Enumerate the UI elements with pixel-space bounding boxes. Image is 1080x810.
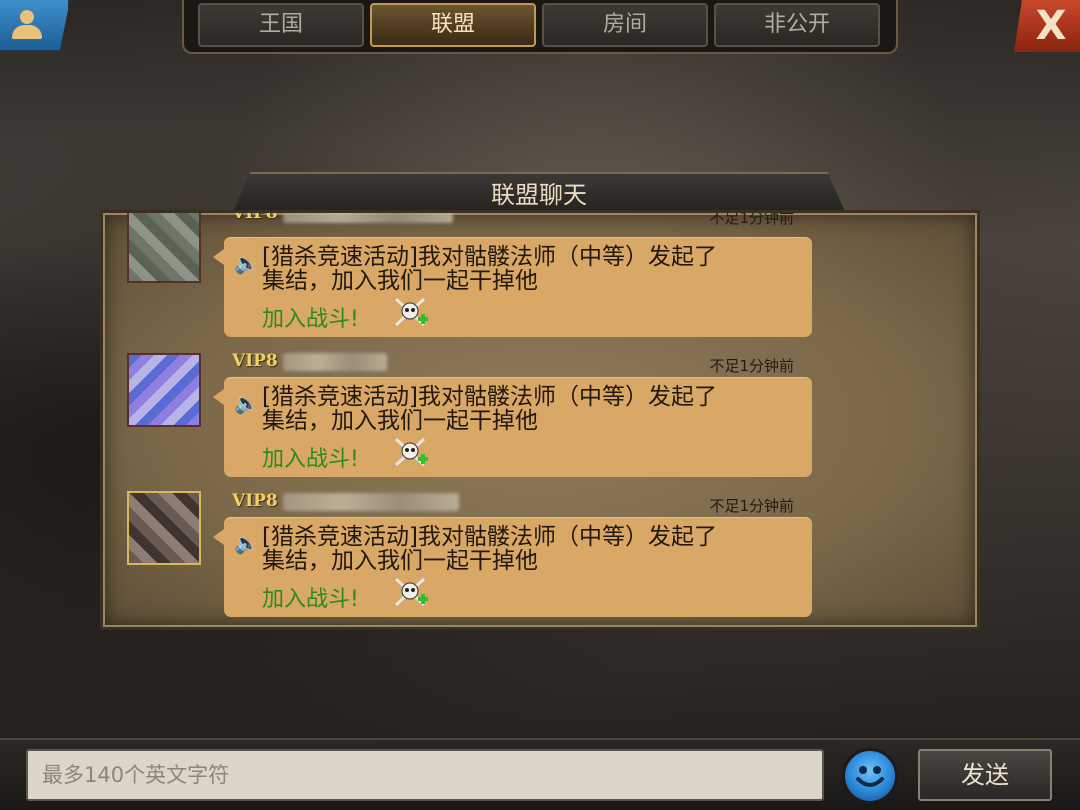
chat-channel-tabs: 王国 联盟 房间 非公开 [182, 0, 898, 54]
join-battle-link[interactable]: 加入战斗! [262, 441, 359, 473]
join-battle-link[interactable]: 加入战斗! [262, 301, 359, 333]
message-time: 不足1分钟前 [709, 497, 794, 515]
speaker-icon: 🔈 [234, 531, 259, 555]
chat-message: VIP8 不足1分钟前 🔈 [猎杀竞速活动]我对骷髅法师（中等）发起了 集结，加… [103, 210, 977, 341]
emoji-button[interactable] [842, 748, 898, 804]
vip-badge: VIP8 [232, 210, 278, 223]
skull-crossed-swords-icon[interactable] [394, 297, 430, 331]
chat-message: VIP8 不足1分钟前 🔈 [猎杀竞速活动]我对骷髅法师（中等）发起了 集结，加… [103, 341, 977, 481]
avatar[interactable] [127, 213, 201, 283]
send-button[interactable]: 发送 [918, 749, 1052, 801]
message-bubble: 🔈 [猎杀竞速活动]我对骷髅法师（中等）发起了 集结，加入我们一起干掉他 加入战… [213, 377, 812, 477]
avatar[interactable] [127, 353, 201, 427]
avatar[interactable] [127, 491, 201, 565]
message-bubble: 🔈 [猎杀竞速活动]我对骷髅法师（中等）发起了 集结，加入我们一起干掉他 加入战… [213, 517, 812, 617]
smiley-icon [856, 766, 884, 787]
skull-crossed-swords-icon[interactable] [394, 577, 430, 611]
panel-title: 联盟聊天 [232, 172, 846, 214]
message-time: 不足1分钟前 [709, 357, 794, 375]
chat-message-input[interactable] [26, 749, 824, 801]
join-battle-link[interactable]: 加入战斗! [262, 581, 359, 613]
profile-avatar-button[interactable] [0, 0, 70, 52]
tab-kingdom[interactable]: 王国 [198, 3, 364, 47]
player-name[interactable] [283, 493, 459, 511]
tab-private[interactable]: 非公开 [714, 3, 880, 47]
message-text: [猎杀竞速活动]我对骷髅法师（中等）发起了 集结，加入我们一起干掉他 [262, 244, 717, 294]
speaker-icon: 🔈 [234, 251, 259, 275]
chat-message-list[interactable]: VIP8 不足1分钟前 🔈 [猎杀竞速活动]我对骷髅法师（中等）发起了 集结，加… [100, 210, 980, 630]
close-icon: X [1035, 3, 1067, 49]
player-name[interactable] [283, 213, 453, 223]
speaker-icon: 🔈 [234, 391, 259, 415]
message-bubble: 🔈 [猎杀竞速活动]我对骷髅法师（中等）发起了 集结，加入我们一起干掉他 加入战… [213, 237, 812, 337]
vip-badge: VIP8 [232, 491, 278, 511]
player-name[interactable] [283, 353, 387, 371]
chat-message: VIP8 不足1分钟前 🔈 [猎杀竞速活动]我对骷髅法师（中等）发起了 集结，加… [103, 481, 977, 621]
tab-room[interactable]: 房间 [542, 3, 708, 47]
message-text: [猎杀竞速活动]我对骷髅法师（中等）发起了 集结，加入我们一起干掉他 [262, 384, 717, 434]
skull-crossed-swords-icon[interactable] [394, 437, 430, 471]
tab-alliance[interactable]: 联盟 [370, 3, 536, 47]
close-button[interactable]: X [1014, 0, 1080, 52]
profile-icon [20, 10, 34, 24]
message-text: [猎杀竞速活动]我对骷髅法师（中等）发起了 集结，加入我们一起干掉他 [262, 524, 717, 574]
vip-badge: VIP8 [232, 351, 278, 371]
message-time: 不足1分钟前 [709, 210, 794, 227]
